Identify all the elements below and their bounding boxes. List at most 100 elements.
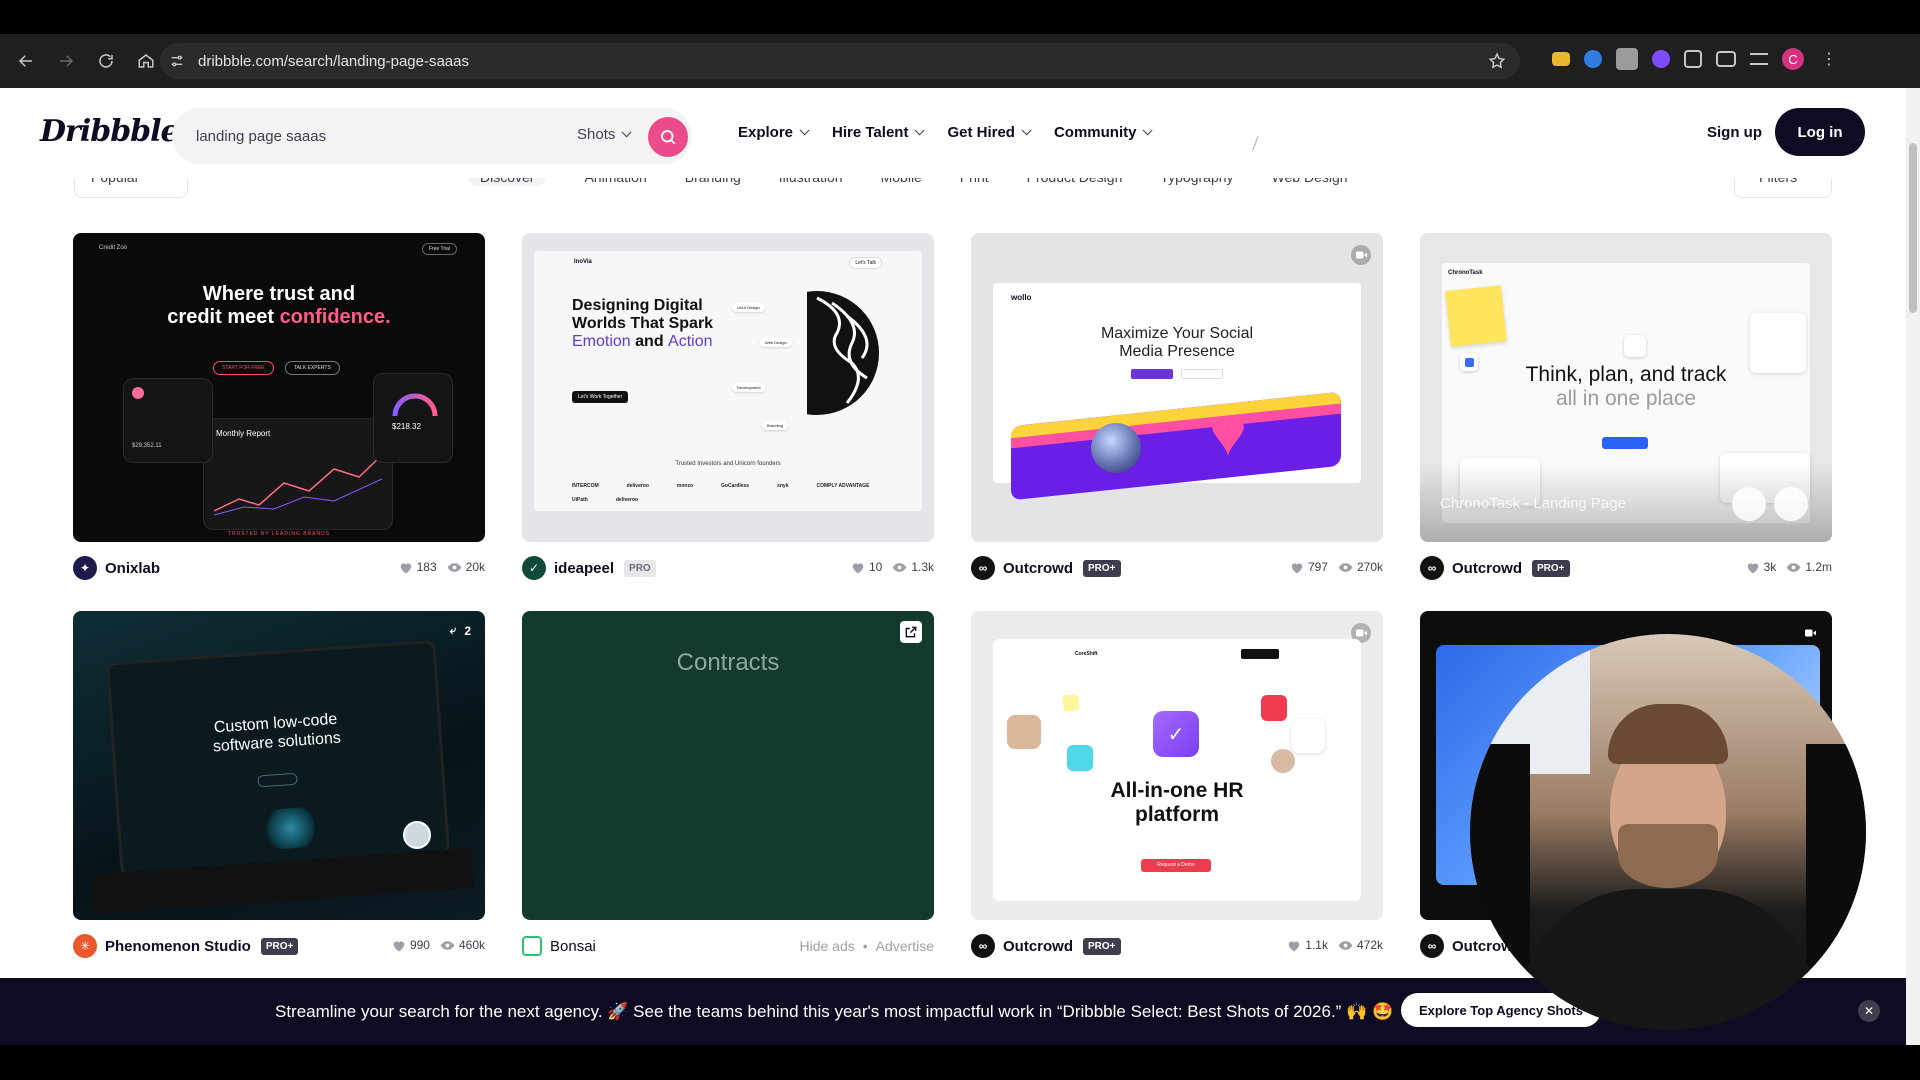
- address-bar[interactable]: dribbble.com/search/landing-page-saaas: [160, 43, 1520, 79]
- url-text: dribbble.com/search/landing-page-saaas: [198, 52, 469, 70]
- tab-search-icon[interactable]: [1716, 51, 1736, 67]
- ad-thumbnail[interactable]: Contracts: [522, 611, 934, 920]
- likes-stat[interactable]: 183: [399, 560, 437, 574]
- shot-thumbnail[interactable]: wollo Maximize Your Social Media Presenc…: [971, 233, 1383, 542]
- likes-stat[interactable]: 10: [851, 560, 882, 574]
- avatar[interactable]: ∞: [971, 556, 995, 580]
- views-count: 1.2m: [1805, 560, 1832, 574]
- hide-ads-link[interactable]: Hide ads: [799, 938, 854, 954]
- extensions-puzzle-icon[interactable]: [1684, 50, 1702, 68]
- reload-icon[interactable]: [88, 43, 124, 79]
- shot-card[interactable]: InoVia Let's Talk Designing Digital Worl…: [522, 233, 934, 588]
- home-icon[interactable]: [128, 43, 164, 79]
- pro-badge: PRO: [624, 559, 656, 577]
- external-link-icon[interactable]: [900, 621, 922, 643]
- likes-stat[interactable]: 797: [1290, 560, 1328, 574]
- shot-card[interactable]: wollo Maximize Your Social Media Presenc…: [971, 233, 1383, 588]
- reading-list-icon[interactable]: [1750, 53, 1768, 65]
- avatar[interactable]: ∞: [971, 934, 995, 958]
- author-name[interactable]: Outcrowd: [1452, 560, 1522, 577]
- shot-thumbnail[interactable]: Credit Zoo Free Trial Where trust and cr…: [73, 233, 485, 542]
- extension-yellow-icon[interactable]: [1552, 52, 1570, 66]
- author-name[interactable]: Outcrowd: [1003, 938, 1073, 955]
- separator-dot: •: [862, 938, 868, 954]
- forward-arrow-icon[interactable]: [48, 43, 84, 79]
- browser-menu-icon[interactable]: ⋮: [1818, 48, 1840, 70]
- browser-tab-strip: [0, 0, 1920, 34]
- eye-icon: [1786, 562, 1801, 572]
- extension-purple-icon[interactable]: [1652, 50, 1670, 68]
- views-stat: 20k: [447, 560, 485, 574]
- views-stat: 1.3k: [892, 560, 934, 574]
- views-count: 20k: [465, 560, 485, 574]
- heart-3d-icon: ♥: [1209, 397, 1247, 469]
- site-header: Dribbble Shots Explore Hire Talent Get H…: [0, 88, 1906, 178]
- shot-thumbnail[interactable]: CoreShift ✓ All-in-one HR platform Reque…: [971, 611, 1383, 920]
- search-type-dropdown[interactable]: Shots: [577, 126, 632, 143]
- dribbble-logo[interactable]: Dribbble: [40, 114, 180, 149]
- nav-hire-talent[interactable]: Hire Talent: [832, 124, 926, 141]
- scrollbar-thumb[interactable]: [1909, 143, 1917, 313]
- shot-stats: 3k 1.2m: [1746, 560, 1832, 574]
- mouse-cursor-icon: [1252, 136, 1268, 150]
- browser-toolbar: dribbble.com/search/landing-page-saaas C…: [0, 34, 1920, 88]
- login-button[interactable]: Log in: [1775, 108, 1865, 156]
- preview-brand: wollo: [1011, 293, 1032, 302]
- likes-stat[interactable]: 3k: [1746, 560, 1776, 574]
- bookmark-star-icon[interactable]: [1488, 52, 1506, 75]
- bookmark-button[interactable]: [1732, 487, 1766, 521]
- shot-thumbnail[interactable]: ChronoTask Think, plan, and track all in…: [1420, 233, 1832, 542]
- shot-card[interactable]: Credit Zoo Free Trial Where trust and cr…: [73, 233, 485, 588]
- author-name[interactable]: Outcrowd: [1003, 560, 1073, 577]
- preview-title-line1: Maximize Your Social: [1100, 325, 1254, 342]
- search-type-label: Shots: [577, 126, 616, 143]
- shot-card[interactable]: CoreShift ✓ All-in-one HR platform Reque…: [971, 611, 1383, 966]
- search-input[interactable]: [196, 108, 496, 164]
- preview-balance: $29,352.11: [132, 443, 162, 449]
- nav-community[interactable]: Community: [1054, 124, 1154, 141]
- page-scrollbar[interactable]: [1906, 88, 1920, 1045]
- bonsai-logo-icon[interactable]: [522, 936, 542, 956]
- search-bar: Shots: [172, 108, 692, 164]
- shot-thumbnail[interactable]: InoVia Let's Talk Designing Digital Worl…: [522, 233, 934, 542]
- nav-get-hired[interactable]: Get Hired: [947, 124, 1032, 141]
- profile-avatar[interactable]: C: [1782, 48, 1804, 70]
- signup-link[interactable]: Sign up: [1707, 124, 1762, 141]
- chart-line-icon: [214, 454, 383, 516]
- search-button[interactable]: [648, 117, 688, 157]
- preview-brand: Credit Zoo: [99, 245, 128, 251]
- avatar[interactable]: ∞: [1420, 556, 1444, 580]
- nav-explore[interactable]: Explore: [738, 124, 810, 141]
- likes-count: 990: [409, 938, 430, 952]
- site-info-icon[interactable]: [160, 53, 194, 69]
- chevron-down-icon: [622, 127, 632, 138]
- avatar[interactable]: ∞: [1420, 934, 1444, 958]
- back-arrow-icon[interactable]: [8, 43, 44, 79]
- video-icon: [1351, 245, 1371, 265]
- like-button[interactable]: [1774, 487, 1808, 521]
- extension-gray-icon[interactable]: [1616, 48, 1638, 70]
- preview-title-accent: confidence.: [279, 306, 391, 328]
- preview-lets-talk: Let's Talk: [849, 257, 882, 269]
- avatar[interactable]: ✳: [73, 934, 97, 958]
- search-icon: [661, 130, 676, 145]
- preview-logo: INTERCOM: [572, 483, 599, 489]
- avatar[interactable]: ✓: [522, 556, 546, 580]
- author-name[interactable]: ideapeel: [554, 560, 614, 577]
- likes-count: 1.1k: [1305, 938, 1328, 952]
- ad-card[interactable]: Contracts Bonsai Hide ads • Advertise: [522, 611, 934, 966]
- shot-stats: 10 1.3k: [851, 560, 934, 574]
- shot-card[interactable]: ChronoTask Think, plan, and track all in…: [1420, 233, 1832, 588]
- preview-chip: UI/UI Design: [732, 303, 765, 312]
- avatar[interactable]: ✦: [73, 556, 97, 580]
- advertise-link[interactable]: Advertise: [876, 938, 934, 954]
- author-name[interactable]: Phenomenon Studio: [105, 938, 251, 955]
- shot-thumbnail[interactable]: ⤶ 2 Custom low-code software solutions: [73, 611, 485, 920]
- extension-blue-icon[interactable]: [1584, 50, 1602, 68]
- author-name[interactable]: Onixlab: [105, 560, 160, 577]
- likes-stat[interactable]: 1.1k: [1287, 938, 1328, 952]
- shot-card[interactable]: ⤶ 2 Custom low-code software solutions ✳…: [73, 611, 485, 966]
- likes-stat[interactable]: 990: [392, 938, 430, 952]
- eye-icon: [447, 562, 462, 572]
- advertiser-name[interactable]: Bonsai: [550, 938, 596, 955]
